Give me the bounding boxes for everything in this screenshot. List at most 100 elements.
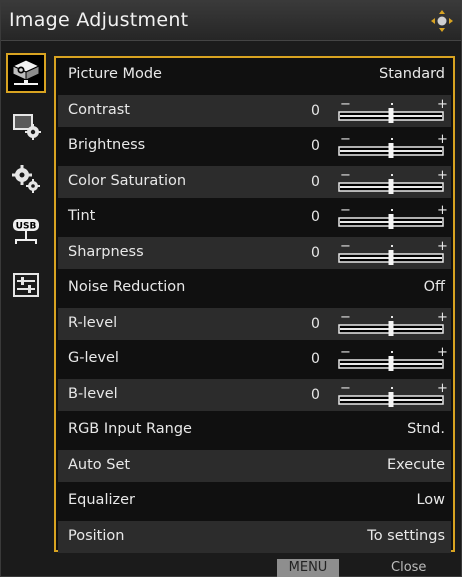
menu-row-value: Stnd. — [407, 421, 445, 437]
menu-row-label: RGB Input Range — [68, 421, 192, 437]
menu-row[interactable]: Brightness 0− + — [58, 130, 451, 162]
menu-row[interactable]: Position To settings — [58, 520, 451, 553]
slider-center-mark — [391, 209, 393, 211]
footer-bar: MENU Close — [1, 557, 461, 577]
menu-row-label: Noise Reduction — [68, 279, 186, 295]
slider-center-mark — [391, 138, 393, 140]
menu-row-value: To settings — [367, 527, 445, 544]
slider-thumb[interactable] — [388, 391, 394, 407]
menu-row-value: Off — [423, 279, 445, 295]
usb-icon-text: USB — [16, 222, 37, 232]
menu-row-number: 0 — [311, 102, 320, 119]
menu-row-label: Contrast — [68, 101, 130, 118]
menu-row[interactable]: R-level 0− + — [58, 307, 451, 340]
menu-row-label: Equalizer — [68, 492, 135, 508]
menu-row-label: R-level — [68, 314, 118, 331]
menu-row[interactable]: RGB Input Range Stnd. — [58, 414, 451, 446]
menu-row-value: Standard — [379, 66, 445, 82]
menu-row-label: G-level — [68, 350, 119, 366]
close-label: Close — [391, 560, 427, 575]
menu-row[interactable]: Color Saturation 0 − + — [58, 165, 451, 198]
menu-row[interactable]: Equalizer Low — [58, 485, 451, 517]
settings-panel: Picture Mode Standard Contrast 0− + Brightnes… — [54, 56, 455, 553]
menu-row[interactable]: Picture Mode Standard — [58, 59, 451, 91]
menu-row[interactable]: G-level 0− + — [58, 343, 451, 375]
menu-row-number: 0 — [311, 351, 320, 367]
slider-thumb[interactable] — [388, 143, 394, 158]
menu-row-number: 0 — [311, 244, 320, 261]
menu-row-value: Execute — [387, 456, 445, 473]
usb-icon: USB — [13, 219, 39, 244]
slider-center-mark — [391, 173, 393, 176]
menu-row-number: 0 — [311, 315, 320, 332]
menu-row-value: Low — [416, 492, 445, 508]
menu-row[interactable]: Auto Set Execute — [58, 449, 451, 482]
slider-minus-label: − — [340, 97, 351, 112]
sidebar-item-system-settings[interactable] — [6, 159, 46, 199]
menu-row-label: Auto Set — [68, 456, 131, 473]
adjust-slider[interactable]: − + — [336, 310, 447, 338]
slider-center-mark — [391, 315, 393, 318]
menu-row[interactable]: B-level 0− + — [58, 378, 451, 411]
slider-plus-label: + — [437, 239, 447, 254]
menu-row-number: 0 — [311, 386, 320, 403]
gears-icon — [12, 165, 40, 193]
slider-minus-label: − — [340, 239, 351, 254]
slider-thumb[interactable] — [388, 356, 394, 371]
slider-center-mark — [391, 102, 393, 105]
slider-minus-label: − — [340, 345, 351, 360]
menu-row[interactable]: Sharpness 0− + — [58, 236, 451, 269]
menu-row[interactable]: Noise Reduction Off — [58, 272, 451, 304]
slider-thumb[interactable] — [388, 249, 394, 265]
adjust-slider[interactable]: − + — [336, 168, 447, 196]
slider-thumb[interactable] — [388, 214, 394, 229]
menu-row-number: 0 — [311, 209, 320, 225]
adjust-slider[interactable]: − + — [336, 97, 447, 125]
slider-minus-label: − — [340, 203, 351, 218]
dpad-navigation-icon — [431, 10, 453, 32]
slider-thumb[interactable] — [388, 320, 394, 336]
slider-minus-label: − — [340, 310, 351, 325]
slider-plus-label: + — [437, 203, 447, 218]
sidebar-item-image-adjustment[interactable] — [6, 53, 46, 93]
window-title: Image Adjustment — [9, 9, 189, 31]
menu-row-number: 0 — [311, 138, 320, 154]
sidebar-item-options[interactable] — [6, 265, 46, 305]
menu-row-label: Brightness — [68, 137, 146, 153]
projector-icon — [11, 59, 41, 85]
menu-row-label: Color Saturation — [68, 172, 187, 189]
slider-center-mark — [391, 386, 393, 389]
menu-row-label: Tint — [68, 208, 96, 224]
menu-row[interactable]: Contrast 0− + — [58, 94, 451, 127]
slider-thumb[interactable] — [388, 178, 394, 194]
menu-row[interactable]: Tint 0− + — [58, 201, 451, 233]
slider-plus-label: + — [437, 97, 447, 112]
adjust-slider[interactable]: − + — [336, 203, 447, 231]
adjust-slider[interactable]: − + — [336, 239, 447, 267]
sliders-icon — [13, 273, 39, 297]
slider-plus-label: + — [437, 132, 447, 147]
menu-row-label: Position — [68, 527, 125, 544]
slider-minus-label: − — [340, 132, 351, 147]
menu-row-number: 0 — [311, 173, 320, 190]
menu-row-label: Sharpness — [68, 243, 144, 260]
osd-window: Image Adjustment USB Picture Mode Standa… — [0, 0, 462, 577]
adjust-slider[interactable]: − + — [336, 345, 447, 373]
slider-center-mark — [391, 244, 393, 247]
slider-plus-label: + — [437, 310, 447, 325]
adjust-slider[interactable]: − + — [336, 132, 447, 160]
menu-row-label: Picture Mode — [68, 66, 162, 82]
slider-plus-label: + — [437, 168, 447, 183]
menu-key-indicator[interactable]: MENU — [277, 559, 339, 577]
sidebar-item-usb[interactable]: USB — [6, 212, 46, 252]
adjust-slider[interactable]: − + — [336, 381, 447, 409]
slider-plus-label: + — [437, 345, 447, 360]
slider-thumb[interactable] — [388, 107, 394, 123]
slider-center-mark — [391, 351, 393, 353]
title-bar: Image Adjustment — [1, 1, 461, 41]
monitor-settings-icon — [13, 114, 41, 140]
sidebar-item-display-settings[interactable] — [6, 106, 46, 146]
slider-plus-label: + — [437, 381, 447, 396]
slider-minus-label: − — [340, 381, 351, 396]
menu-row-label: B-level — [68, 385, 118, 402]
